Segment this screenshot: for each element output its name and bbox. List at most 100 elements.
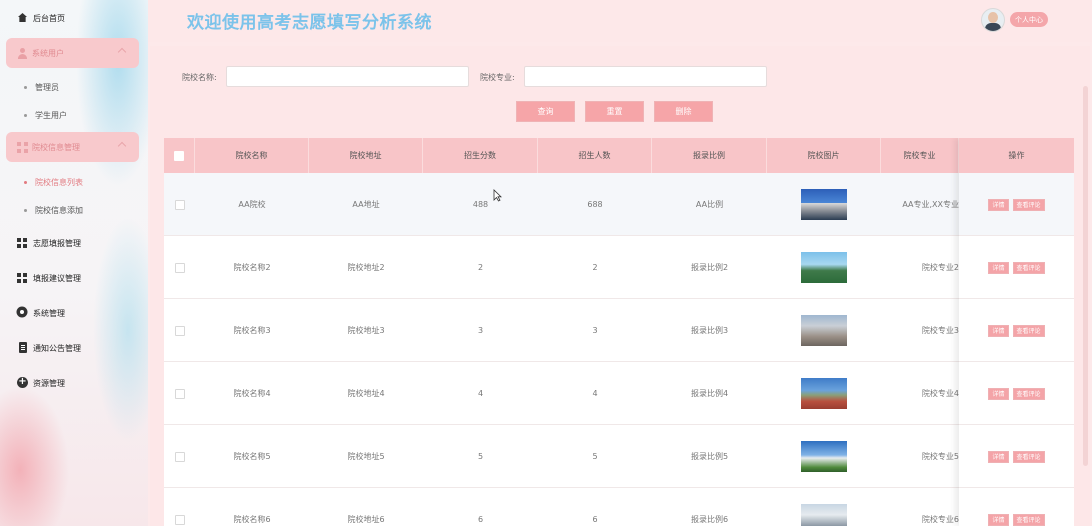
- cell-count: 688: [587, 200, 603, 209]
- table-row: 院校名称2 院校地址2 2 2 报录比例2 院校专业2 详情 查看评论: [164, 236, 1074, 299]
- menu-group-system-users-label: 系统用户: [32, 48, 64, 58]
- scrollbar[interactable]: [1082, 46, 1090, 526]
- school-name-label: 院校名称:: [182, 73, 217, 82]
- th-name: 院校名称: [195, 138, 309, 173]
- cell-address: 院校地址3: [347, 326, 385, 335]
- cell-major-text: 院校专业4: [921, 389, 959, 398]
- cell-ratio: 报录比例2: [690, 263, 729, 272]
- grid-icon: [17, 237, 29, 249]
- cell-major: 院校专业4: [881, 362, 959, 425]
- delete-button[interactable]: 删除: [654, 101, 713, 122]
- cell-name: 院校名称2: [233, 263, 271, 272]
- sub-item-student-users[interactable]: 学生用户: [24, 105, 67, 125]
- cell-ratio: 报录比例4: [690, 389, 729, 398]
- menu-home[interactable]: 后台首页: [0, 5, 148, 31]
- row-checkbox[interactable]: [174, 262, 185, 273]
- th-address: 院校地址: [309, 138, 423, 173]
- cell-ratio: AA比例: [695, 200, 724, 209]
- sub-item-school-add[interactable]: 院校信息添加: [24, 200, 83, 220]
- row-select-cell: [164, 425, 195, 488]
- menu-group-system-users[interactable]: 系统用户: [6, 38, 139, 68]
- row-select-cell: [164, 173, 195, 236]
- avatar[interactable]: [981, 8, 1005, 32]
- bullet-icon: [24, 208, 27, 212]
- major-label: 院校专业:: [480, 73, 515, 82]
- sidebar: 后台首页 系统用户 管理员 学生用户 院校信息管理 院校信息列表 院校信息添加 …: [0, 0, 148, 526]
- row-checkbox[interactable]: [174, 325, 185, 336]
- cell-score: 4: [477, 389, 484, 398]
- menu-system[interactable]: 系统管理: [0, 300, 148, 326]
- cell-image: [767, 488, 881, 526]
- cell-address: AA地址: [352, 200, 380, 209]
- sub-item-school-add-label: 院校信息添加: [35, 205, 83, 215]
- school-image: [801, 378, 847, 409]
- grid-icon: [17, 272, 29, 284]
- actions-column-shadow: [959, 138, 1074, 526]
- cell-major: 院校专业6: [881, 488, 959, 526]
- query-button[interactable]: 查询: [516, 101, 575, 122]
- plus-circle-icon: [17, 375, 29, 389]
- th-image: 院校图片: [767, 138, 881, 173]
- row-checkbox[interactable]: [174, 451, 185, 462]
- school-name-input[interactable]: [226, 66, 469, 87]
- menu-resource-label: 资源管理: [33, 378, 65, 388]
- cell-count: 3: [592, 326, 598, 335]
- row-select-cell: [164, 236, 195, 299]
- cell-major: 院校专业2: [881, 236, 959, 299]
- cell-major-text: 院校专业5: [921, 452, 959, 461]
- cell-count: 5: [592, 452, 598, 461]
- scrollbar-thumb[interactable]: [1083, 86, 1088, 466]
- chevron-up-icon: [117, 47, 127, 57]
- cell-name: 院校名称3: [233, 326, 271, 335]
- main-content: 院校名称: 院校专业: 查询 重置 删除 院校名称 院校地址 招生分数 招生人数…: [150, 46, 1090, 526]
- menu-application[interactable]: 志愿填报管理: [0, 230, 148, 256]
- menu-notice[interactable]: 通知公告管理: [0, 335, 148, 361]
- cell-major-text: 院校专业6: [921, 515, 959, 524]
- document-icon: [17, 342, 29, 354]
- menu-group-school-info-label: 院校信息管理: [32, 142, 80, 152]
- th-score: 招生分数: [423, 138, 538, 173]
- cell-image: [767, 236, 881, 299]
- school-image: [801, 504, 847, 526]
- cell-count: 2: [592, 263, 598, 272]
- cell-ratio: 报录比例5: [690, 452, 729, 461]
- menu-application-label: 志愿填报管理: [33, 238, 81, 248]
- cell-address: 院校地址6: [347, 515, 385, 524]
- cell-name: 院校名称6: [233, 515, 271, 524]
- sub-item-admin-label: 管理员: [35, 82, 59, 92]
- home-icon: [17, 12, 29, 24]
- row-checkbox[interactable]: [174, 199, 185, 210]
- cell-score: 3: [477, 326, 484, 335]
- cell-image: [767, 299, 881, 362]
- cell-score: 5: [477, 452, 484, 461]
- th-major: 院校专业: [881, 138, 959, 173]
- user-center-button[interactable]: 个人中心: [1010, 12, 1048, 27]
- mouse-cursor-icon: [493, 189, 502, 202]
- select-all-checkbox[interactable]: [174, 150, 184, 161]
- menu-notice-label: 通知公告管理: [33, 343, 81, 353]
- cell-address: 院校地址5: [347, 452, 385, 461]
- table-header: 院校名称 院校地址 招生分数 招生人数 报录比例 院校图片 院校专业 操作: [164, 138, 1074, 173]
- cell-major-text: 院校专业2: [921, 263, 959, 272]
- row-checkbox[interactable]: [174, 388, 185, 399]
- major-input[interactable]: [524, 66, 767, 87]
- menu-resource[interactable]: 资源管理: [0, 370, 148, 396]
- sub-item-school-list[interactable]: 院校信息列表: [24, 172, 83, 192]
- cell-major: AA专业,XX专业: [881, 173, 959, 236]
- menu-suggestion[interactable]: 填报建议管理: [0, 265, 148, 291]
- table-row: 院校名称6 院校地址6 6 6 报录比例6 院校专业6 详情 查看评论: [164, 488, 1074, 526]
- school-image: [801, 441, 847, 472]
- sub-item-admin[interactable]: 管理员: [24, 77, 59, 97]
- row-checkbox[interactable]: [174, 514, 185, 525]
- school-table: 院校名称 院校地址 招生分数 招生人数 报录比例 院校图片 院校专业 操作 AA…: [164, 138, 1074, 526]
- cell-major: 院校专业5: [881, 425, 959, 488]
- menu-home-label: 后台首页: [33, 13, 65, 23]
- cell-count: 4: [592, 389, 598, 398]
- sub-item-student-users-label: 学生用户: [35, 110, 67, 120]
- cell-ratio: 报录比例6: [690, 515, 729, 524]
- row-select-cell: [164, 299, 195, 362]
- reset-button[interactable]: 重置: [585, 101, 644, 122]
- menu-group-school-info[interactable]: 院校信息管理: [6, 132, 139, 162]
- row-select-cell: [164, 362, 195, 425]
- bullet-icon: [24, 180, 27, 184]
